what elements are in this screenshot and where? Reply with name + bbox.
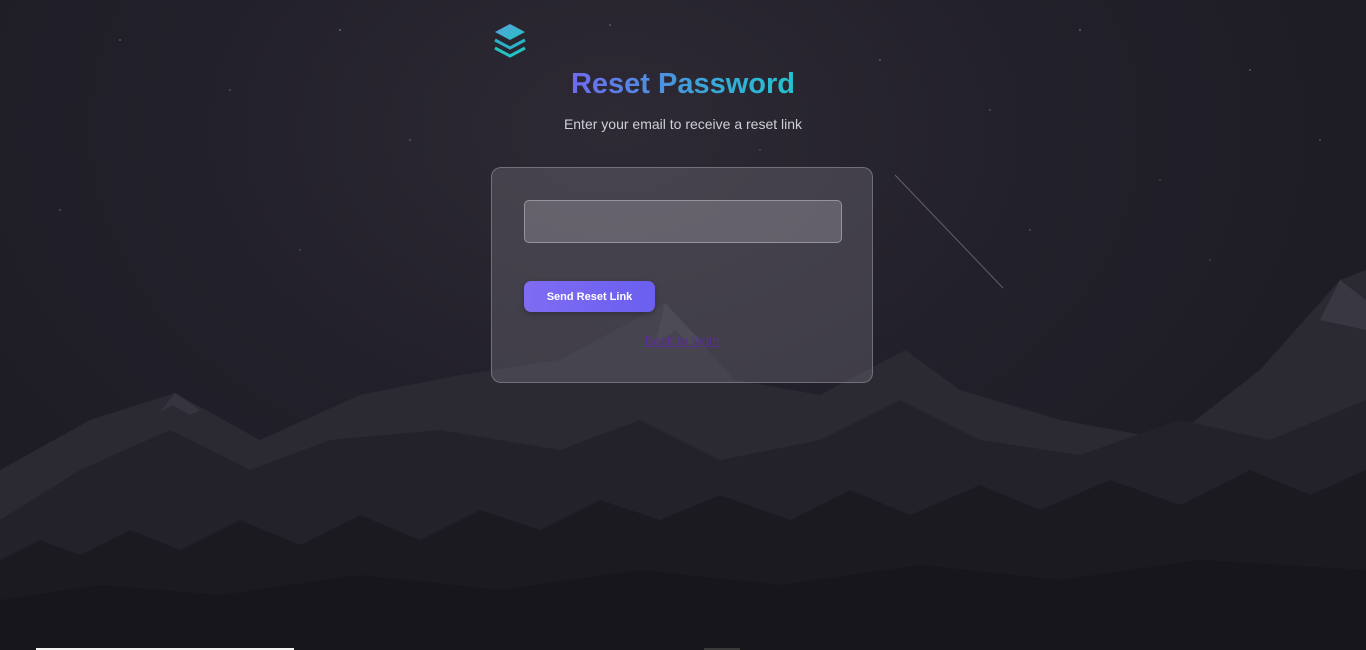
back-to-login-link[interactable]: Back to login bbox=[492, 333, 872, 348]
page-background: Reset Password Enter your email to recei… bbox=[0, 0, 1366, 650]
email-field[interactable] bbox=[524, 200, 842, 243]
reset-form-card: Send Reset Link Back to login bbox=[491, 167, 873, 383]
send-reset-link-button[interactable]: Send Reset Link bbox=[524, 281, 655, 312]
page-title: Reset Password bbox=[0, 66, 1366, 102]
page-subtitle: Enter your email to receive a reset link bbox=[563, 116, 803, 132]
page-title-text: Reset Password bbox=[570, 68, 796, 100]
layers-icon bbox=[493, 23, 527, 59]
